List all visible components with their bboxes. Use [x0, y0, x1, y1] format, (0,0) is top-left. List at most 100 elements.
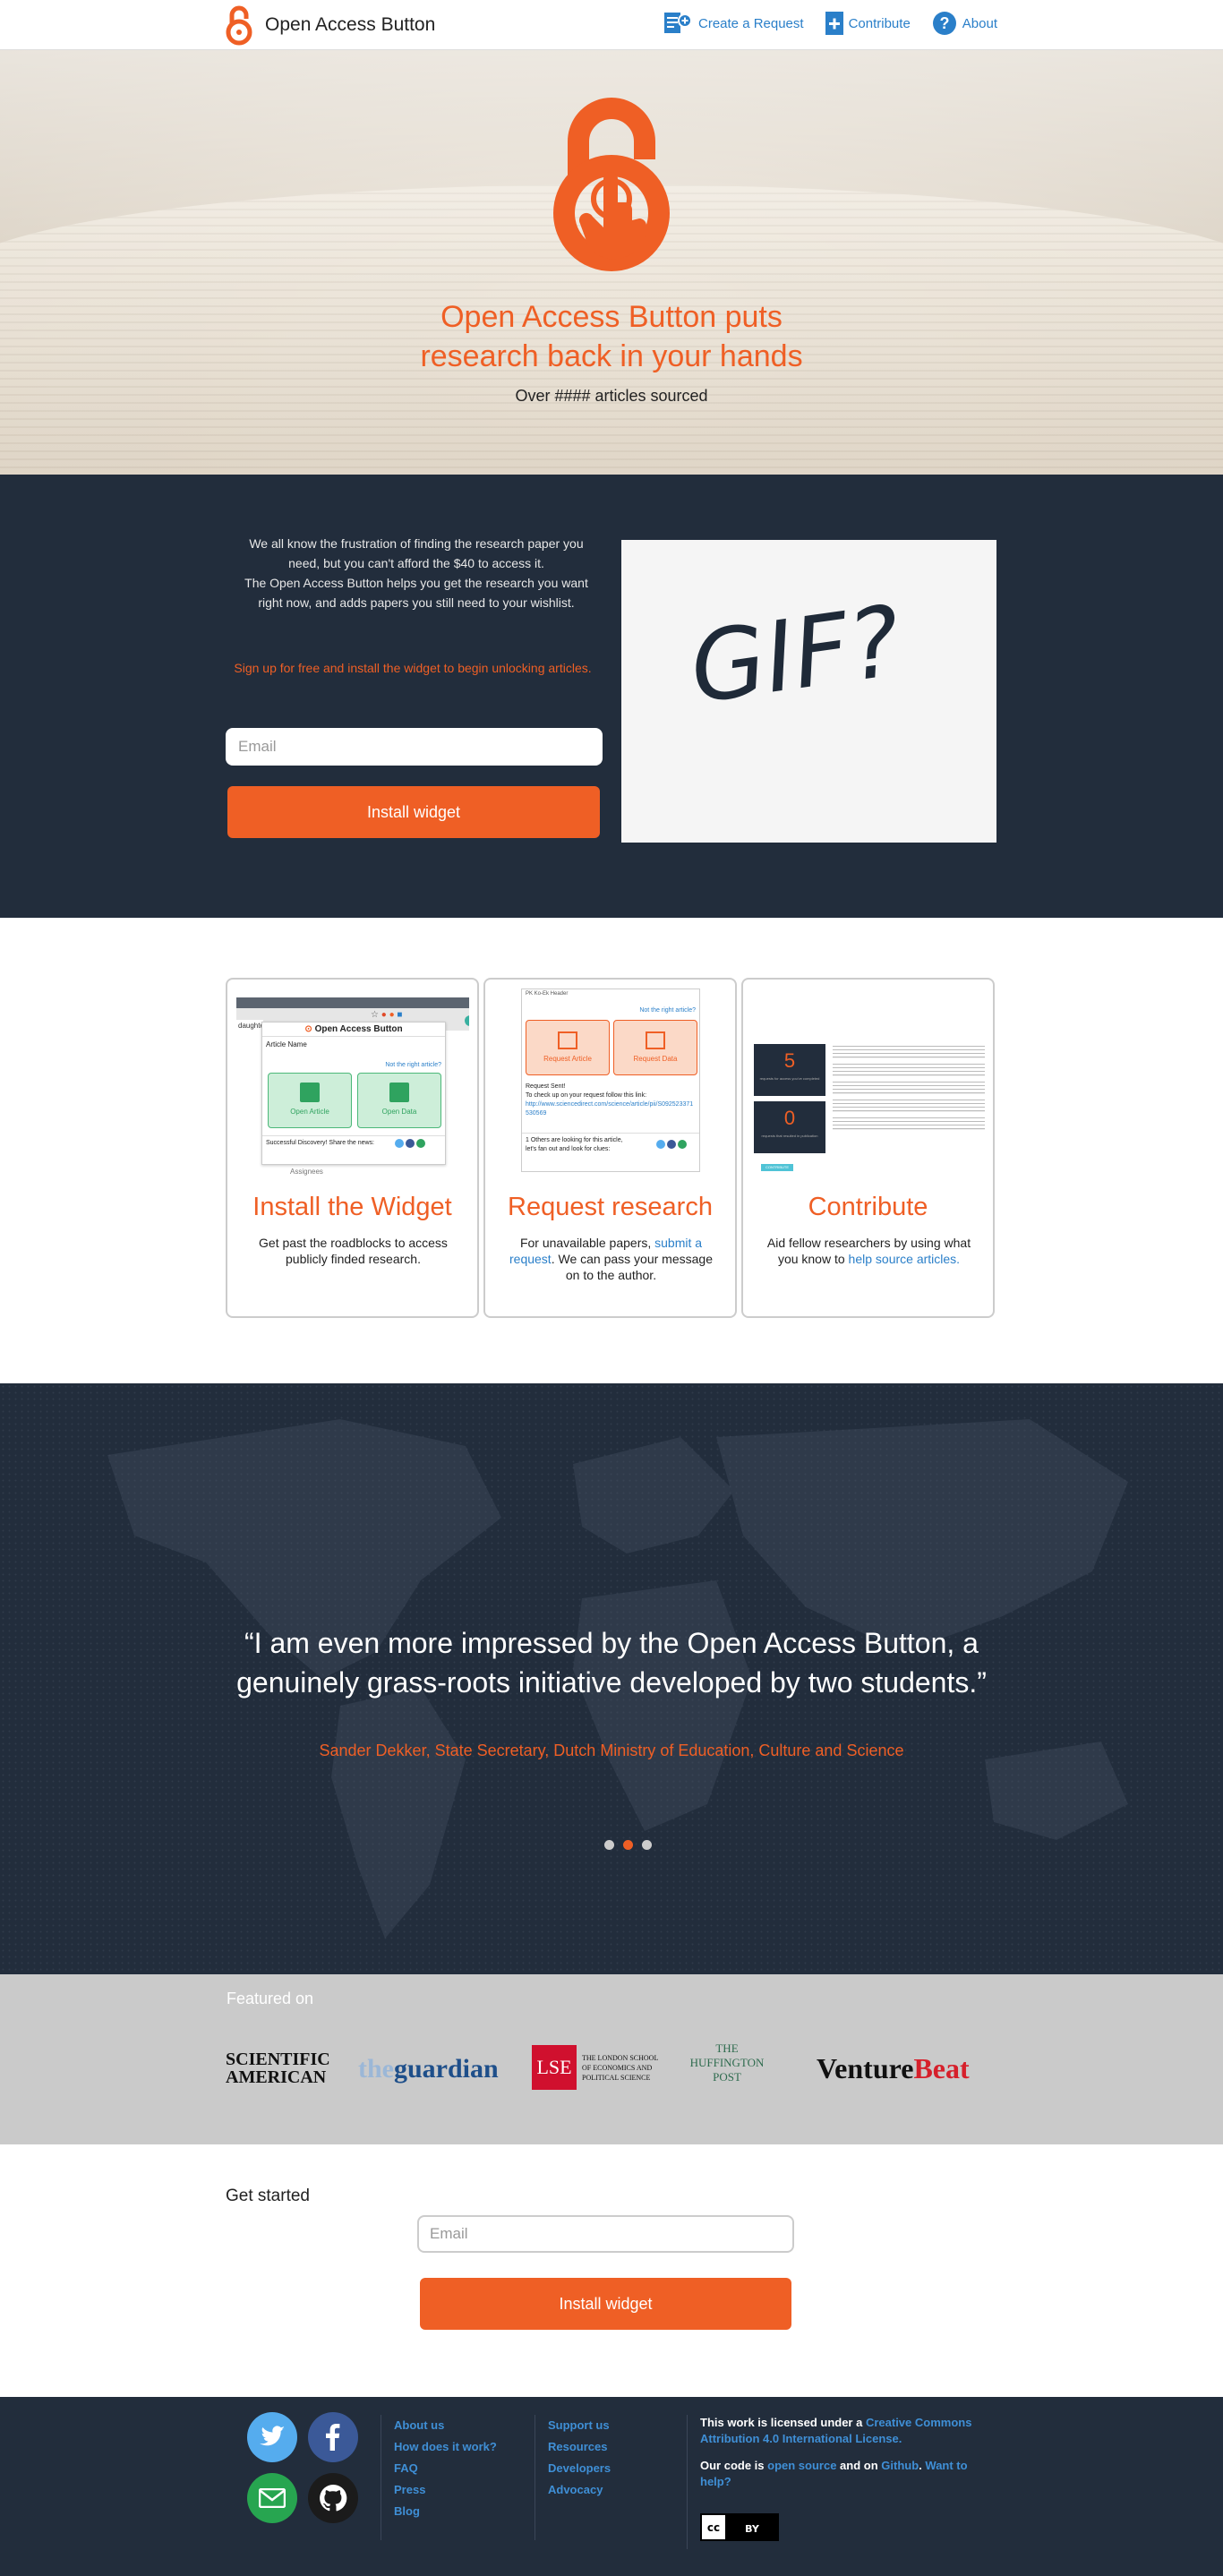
widget-open-data-label: Open Data: [381, 1108, 417, 1116]
lse-line2: OF ECONOMICS AND: [582, 2063, 653, 2072]
huffington-post-logo[interactable]: THE HUFFINGTON POST: [682, 2041, 772, 2084]
install-widget-button[interactable]: Install widget: [227, 786, 600, 838]
stat-published-box: 0 requests that resulted in publication: [754, 1101, 825, 1153]
widget-not-right-link: Not the right article?: [385, 1062, 441, 1068]
feature-card-request[interactable]: PK Ko-Ek Header Not the right article? R…: [483, 978, 737, 1318]
widget-open-data-button: Open Data: [357, 1073, 441, 1128]
contribute-plus-icon: [825, 12, 843, 35]
intro-line1: We all know the frustration of finding t…: [249, 536, 584, 551]
articles-count: Over #### articles sourced: [515, 387, 708, 405]
contribute-request-list: [833, 1046, 985, 1150]
feature-title-contribute: Contribute: [808, 1193, 928, 1221]
vb-beat: Beat: [913, 2052, 970, 2084]
footer-link-how-it-works[interactable]: How does it work?: [394, 2436, 542, 2458]
features-section: daughter ☆ ● ● ■ ⊙ Open Access Button Ar…: [0, 918, 1223, 1383]
widget-shot-footer: Assignees: [290, 1168, 323, 1176]
footer-link-support-us[interactable]: Support us: [548, 2415, 682, 2436]
carousel-dot-2[interactable]: [623, 1840, 633, 1850]
gif-text: GIF?: [683, 586, 907, 725]
widget-article-name: Article Name: [266, 1040, 307, 1048]
github-link[interactable]: Github: [881, 2459, 919, 2472]
nav-about[interactable]: ? About: [932, 11, 997, 36]
scientific-american-logo[interactable]: SCIENTIFIC AMERICAN: [226, 2050, 330, 2086]
testimonial-author: Sander Dekker, State Secretary, Dutch Mi…: [319, 1742, 904, 1759]
help-icon: ?: [932, 12, 956, 35]
feature-title-request: Request research: [508, 1193, 713, 1221]
demo-gif-placeholder: GIF?: [621, 540, 996, 843]
help-source-articles-link[interactable]: help source articles.: [849, 1252, 961, 1266]
install-widget-button-bottom[interactable]: Install widget: [420, 2278, 791, 2330]
feature-card-install[interactable]: daughter ☆ ● ● ■ ⊙ Open Access Button Ar…: [226, 978, 479, 1318]
stat-completed-label: requests for access you've completed: [759, 1076, 820, 1081]
top-navbar: Open Access Button Create a Request Cont…: [0, 0, 1223, 50]
nav-contribute[interactable]: Contribute: [825, 12, 911, 35]
footer-link-press[interactable]: Press: [394, 2479, 542, 2501]
widget-popup-title: Open Access Button: [314, 1024, 403, 1034]
nav-links: Create a Request Contribute ? About: [663, 11, 997, 36]
carousel-dot-3[interactable]: [642, 1840, 652, 1850]
lse-line1: THE LONDON SCHOOL: [582, 2053, 659, 2062]
stat-published-value: 0: [783, 1107, 796, 1129]
lse-logo[interactable]: LSE THE LONDON SCHOOL OF ECONOMICS AND P…: [532, 2045, 658, 2090]
featured-on-section: Featured on SCIENTIFIC AMERICAN theguard…: [0, 1974, 1223, 2144]
email-icon[interactable]: [247, 2473, 297, 2523]
brand-link[interactable]: Open Access Button: [226, 4, 435, 47]
footer-link-faq[interactable]: FAQ: [394, 2458, 542, 2479]
brand-name: Open Access Button: [265, 14, 436, 35]
feature-desc-request-b: . We can pass your message on to the aut…: [551, 1252, 713, 1282]
carousel-dot-1[interactable]: [604, 1840, 614, 1850]
request-popup: PK Ko-Ek Header Not the right article? R…: [521, 988, 700, 1172]
stat-completed-value: 5: [783, 1049, 796, 1072]
email-input-bottom[interactable]: Email: [417, 2215, 794, 2253]
facebook-icon[interactable]: [308, 2412, 358, 2462]
widget-open-article-label: Open Article: [290, 1108, 329, 1116]
hero-section: Open Access Button puts research back in…: [0, 50, 1223, 475]
stat-completed-box: 5 requests for access you've completed: [754, 1044, 825, 1096]
widget-screenshot: daughter ☆ ● ● ■ ⊙ Open Access Button Ar…: [236, 988, 469, 1177]
cc-by-badge[interactable]: cc BY: [700, 2513, 779, 2541]
footer-link-resources[interactable]: Resources: [548, 2436, 682, 2458]
stat-published-label: requests that resulted in publication: [761, 1134, 818, 1138]
footer-link-advocacy[interactable]: Advocacy: [548, 2479, 682, 2501]
the-guardian-logo[interactable]: theguardian: [358, 2054, 499, 2084]
testimonial-quote: “I am even more impressed by the Open Ac…: [179, 1623, 1044, 1702]
feature-title-install: Install the Widget: [252, 1193, 452, 1221]
code-text-b: and on: [836, 2459, 882, 2472]
browser-toolbar-icons: ☆ ● ● ■: [371, 1010, 403, 1020]
social-icons: [247, 2412, 358, 2546]
featured-on-label: Featured on: [227, 1990, 314, 2007]
code-text-a: Our code is: [700, 2459, 768, 2472]
license-text-a: This work is licensed under a: [700, 2416, 866, 2429]
sciam-line1: SCIENTIFIC: [226, 2050, 330, 2069]
intro-line4: right now, and adds papers you still nee…: [258, 595, 575, 610]
guardian-the: the: [358, 2054, 394, 2084]
quote-line1: “I am even more impressed by the Open Ac…: [244, 1627, 979, 1659]
request-not-right-link: Not the right article?: [639, 1007, 696, 1014]
footer-link-about-us[interactable]: About us: [394, 2415, 542, 2436]
github-icon[interactable]: [308, 2473, 358, 2523]
widget-share-icons: [395, 1139, 425, 1148]
contribute-screenshot: 5 requests for access you've completed 0…: [752, 988, 985, 1177]
footer-link-developers[interactable]: Developers: [548, 2458, 682, 2479]
feature-desc-install-line1: Get past the roadblocks to access: [259, 1236, 448, 1250]
guardian-name: guardian: [394, 2054, 499, 2084]
footer-links-col1: About us How does it work? FAQ Press Blo…: [381, 2415, 542, 2540]
svg-text:?: ?: [939, 14, 949, 32]
twitter-icon[interactable]: [247, 2412, 297, 2462]
request-share-icons: [656, 1140, 687, 1149]
nav-create-request[interactable]: Create a Request: [663, 11, 804, 36]
lse-line3: POLITICAL SCIENCE: [582, 2073, 651, 2082]
press-logos: SCIENTIFIC AMERICAN theguardian LSE THE …: [226, 2040, 997, 2093]
open-source-link[interactable]: open source: [767, 2459, 836, 2472]
venturebeat-logo[interactable]: VentureBeat: [817, 2052, 970, 2085]
huff-line3: POST: [713, 2070, 741, 2084]
contribute-mini-button: CONTRIBUTE: [761, 1164, 793, 1171]
email-input[interactable]: Email: [226, 728, 603, 766]
footer-link-blog[interactable]: Blog: [394, 2501, 542, 2522]
code-info: Our code is open source and on Github. W…: [700, 2458, 991, 2490]
create-request-icon: [664, 13, 692, 33]
feature-card-contribute[interactable]: 5 requests for access you've completed 0…: [741, 978, 995, 1318]
cc-badge-icon: cc: [702, 2515, 727, 2539]
browser-tab-partial: daughter: [236, 1020, 267, 1032]
quote-line2: genuinely grass-roots initiative develop…: [236, 1666, 987, 1699]
